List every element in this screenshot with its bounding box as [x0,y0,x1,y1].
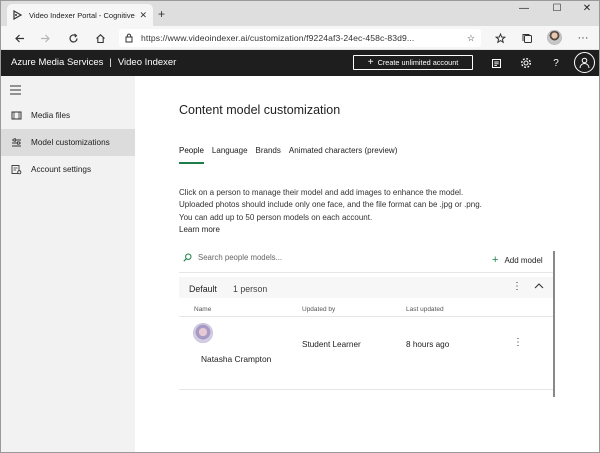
sidebar-item-account-settings[interactable]: Account settings [1,156,135,183]
row-more-options-icon[interactable]: ⋮ [513,337,523,348]
person-avatar[interactable] [193,323,213,343]
tab-title: Video Indexer Portal - Cognitive [29,10,135,20]
divider [179,389,554,390]
group-count: 1 person [233,284,268,294]
browser-tab[interactable]: Video Indexer Portal - Cognitive ✕ [7,4,153,26]
model-group-header[interactable]: Default 1 person ⋮ [179,277,554,298]
brand-separator: | [109,57,112,68]
maximize-button[interactable]: ☐ [542,3,572,14]
forward-icon[interactable] [37,30,53,46]
group-name: Default [189,284,217,294]
app-header: Azure Media Services | Video Indexer + Cre… [1,50,599,76]
sidebar-item-label: Model customizations [31,138,110,147]
page-title: Content model customization [179,103,341,117]
tab-brands[interactable]: Brands [256,146,281,164]
account-settings-icon [11,164,22,175]
tab-strip: Video Indexer Portal - Cognitive ✕ + — ☐… [1,1,599,26]
column-header-last-updated: Last updated [406,306,444,313]
last-updated-cell: 8 hours ago [406,340,450,349]
brand-azure-media-services: Azure Media Services [11,57,104,68]
favorites-icon[interactable] [492,30,508,46]
browser-window: Video Indexer Portal - Cognitive ✕ + — ☐… [0,0,600,453]
column-header-updated-by: Updated by [302,306,336,313]
user-profile-icon[interactable] [574,52,595,73]
sidebar-item-label: Account settings [31,165,92,174]
add-model-button[interactable]: + Add model [492,255,543,266]
sliders-icon [11,137,22,148]
app-brand[interactable]: Azure Media Services | Video Indexer [11,57,176,68]
add-model-label: Add model [504,256,543,265]
search-icon [183,253,192,262]
tab-language[interactable]: Language [212,146,248,164]
address-bar[interactable]: https://www.videoindexer.ai/customizatio… [119,29,481,47]
sidebar-item-media-files[interactable]: Media files [1,102,135,129]
close-window-button[interactable]: ✕ [572,3,599,14]
favorite-star-icon[interactable]: ☆ [467,33,475,44]
customization-tabs: People Language Brands Animated characte… [179,146,405,164]
home-icon[interactable] [92,30,108,46]
browser-profile-avatar[interactable] [547,30,562,45]
settings-gear-icon[interactable] [519,56,533,70]
search-input[interactable]: Search people models... [183,253,282,262]
plus-icon: + [367,56,374,68]
search-placeholder: Search people models... [198,253,283,262]
tab-close-icon[interactable]: ✕ [139,10,147,21]
main-content: Content model customization People Langu… [135,76,599,452]
new-tab-button[interactable]: + [158,7,165,21]
description: Click on a person to manage their model … [179,187,482,236]
minimize-button[interactable]: — [509,3,539,14]
collections-icon[interactable] [519,30,535,46]
description-line: Uploaded photos should include only one … [179,200,482,210]
column-header-name: Name [194,306,212,313]
tab-people[interactable]: People [179,146,204,164]
film-icon [11,110,22,121]
chevron-up-icon[interactable] [534,282,544,291]
sidebar: Media files Model customizations Account… [1,76,135,452]
description-line: You can add up to 50 person models on ea… [179,212,373,222]
create-account-label: Create unlimited account [377,58,459,67]
url-text: https://www.videoindexer.ai/customizatio… [141,33,415,43]
help-icon[interactable]: ? [549,56,563,70]
video-indexer-favicon-icon [13,10,23,20]
back-icon[interactable] [11,30,27,46]
lock-icon [125,33,133,43]
divider [179,272,554,273]
people-models-panel: Search people models... + Add model Defa… [179,249,557,394]
create-unlimited-account-button[interactable]: + Create unlimited account [353,55,473,70]
sidebar-item-model-customizations[interactable]: Model customizations [1,129,135,156]
notifications-icon[interactable] [489,56,503,70]
learn-more-link[interactable]: Learn more [179,224,482,236]
updated-by-cell: Student Learner [302,340,361,349]
navigation-bar: https://www.videoindexer.ai/customizatio… [1,26,599,50]
more-options-icon[interactable]: ··· [575,30,591,46]
sidebar-item-label: Media files [31,111,71,120]
brand-video-indexer: Video Indexer [117,57,177,68]
table-row[interactable]: Natasha Crampton Student Learner 8 hours… [179,317,554,385]
description-line: Click on a person to manage their model … [179,188,464,197]
group-more-options-icon[interactable]: ⋮ [512,281,522,292]
tab-animated-characters[interactable]: Animated characters (preview) [289,146,397,164]
person-name[interactable]: Natasha Crampton [201,354,271,364]
plus-icon: + [492,254,499,266]
panel-scrollbar[interactable] [553,251,555,397]
refresh-icon[interactable] [65,30,81,46]
hamburger-menu-icon[interactable] [10,85,22,97]
